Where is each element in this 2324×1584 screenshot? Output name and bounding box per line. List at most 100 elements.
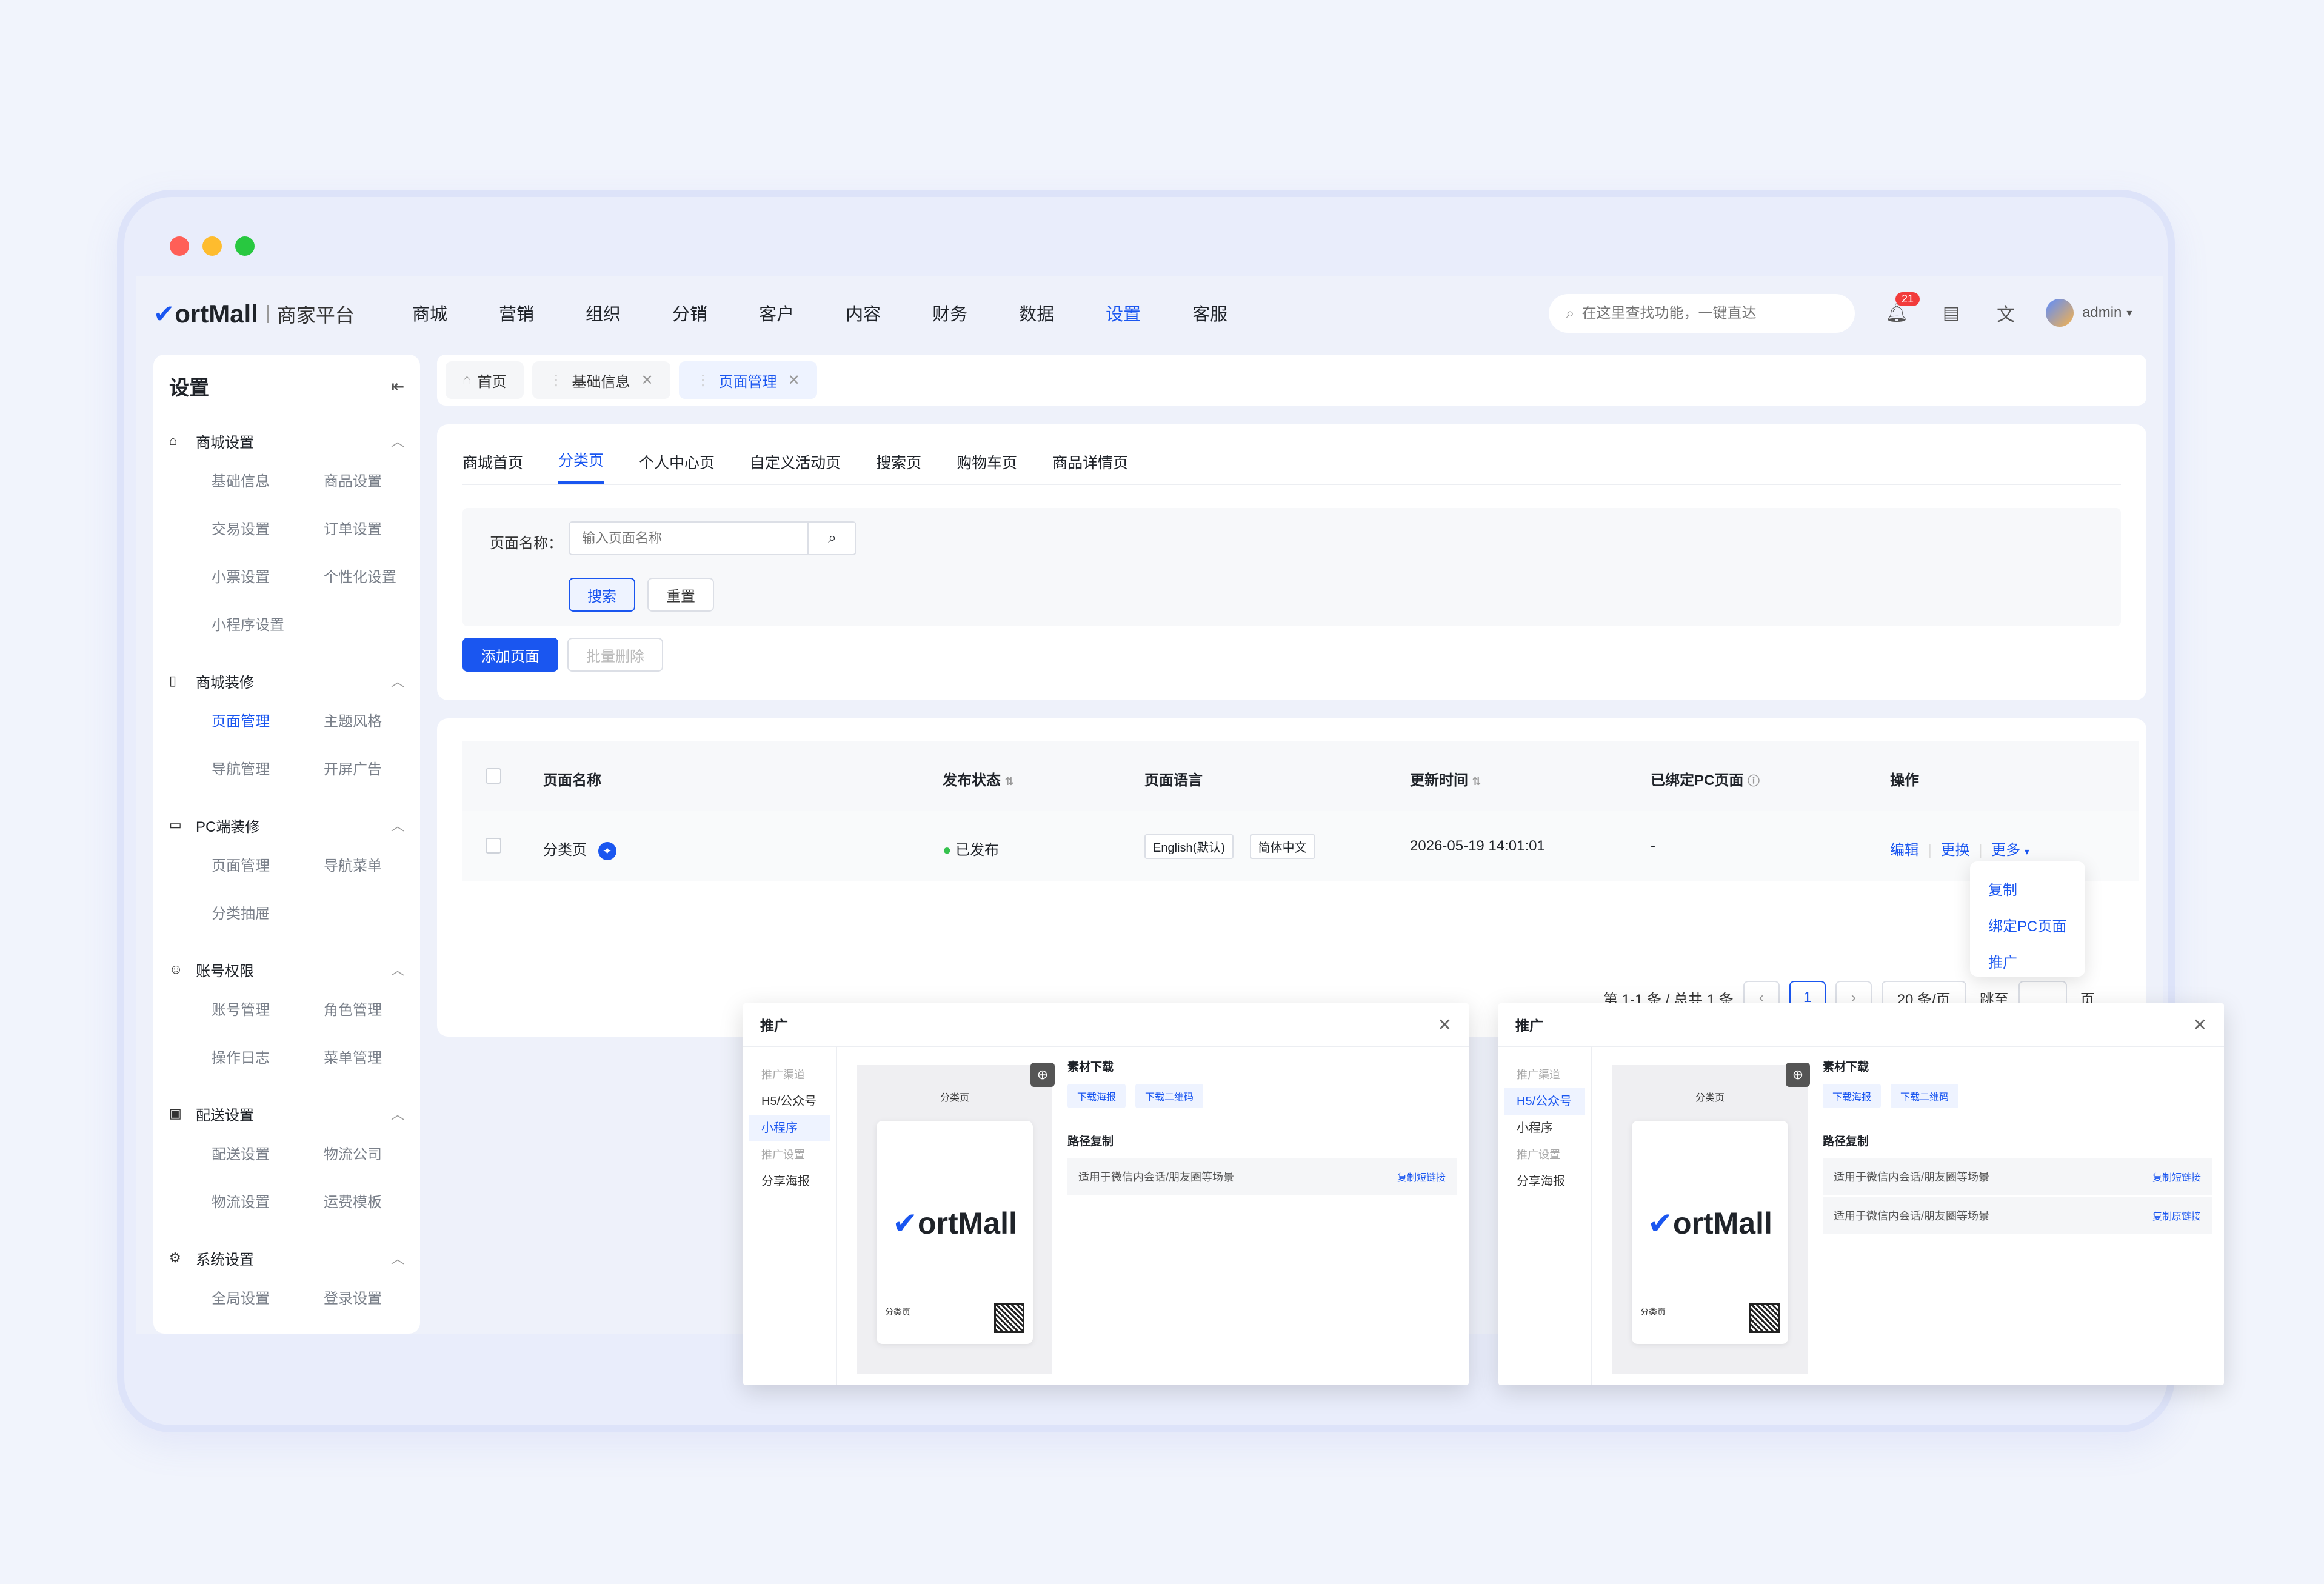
sidebar-item[interactable]: 地区管理 (324, 1323, 436, 1334)
sidebar-group-header[interactable]: ▯ 商城装修 ︿ (169, 664, 404, 698)
sidebar-item[interactable]: 主题风格 (324, 698, 436, 746)
sidebar-item[interactable]: 订单设置 (324, 506, 436, 553)
column-publish-status[interactable]: 发布状态 ⇅ (943, 768, 1014, 789)
page-name-input[interactable] (569, 521, 808, 555)
batch-delete-button[interactable]: 批量删除 (567, 638, 663, 672)
close-icon[interactable]: ✕ (2193, 1015, 2207, 1035)
sort-icon[interactable]: ⇅ (1005, 775, 1014, 787)
sidebar-group-header[interactable]: ☺ 账号权限 ︿ (169, 952, 404, 986)
edit-link[interactable]: 编辑 (1890, 842, 1919, 858)
close-icon[interactable]: ✕ (641, 372, 653, 389)
sidebar-item[interactable]: 基础信息 (212, 458, 324, 506)
sidebar-item[interactable]: 运费模板 (324, 1178, 436, 1226)
sidebar-item[interactable]: 物流公司 (324, 1131, 436, 1178)
sidebar-item[interactable]: 页面管理 (212, 842, 324, 890)
tab-chip[interactable]: ⋮ 基础信息 ✕ (532, 361, 670, 399)
sidebar-group-header[interactable]: ⌂ 商城设置 ︿ (169, 424, 404, 458)
sidebar-item[interactable]: 操作日志 (212, 1034, 324, 1082)
menu-item[interactable]: 组织 (586, 300, 621, 326)
add-page-button[interactable]: 添加页面 (462, 638, 558, 672)
copy-link-button[interactable]: 复制短链接 (2152, 1169, 2201, 1184)
drag-handle-icon[interactable]: ⋮ (549, 372, 564, 389)
menu-item[interactable]: 内容 (846, 300, 881, 326)
page-type-tab[interactable]: 个人中心页 (639, 451, 715, 484)
minimize-window-button[interactable] (202, 236, 222, 256)
row-checkbox[interactable] (486, 838, 501, 854)
promote-menu-item[interactable]: 推广 (1988, 945, 2085, 981)
bell-icon[interactable]: 🔔︎ 21 (1882, 292, 1920, 327)
zoom-in-icon[interactable]: ⊕ (1030, 1063, 1055, 1087)
sidebar-item[interactable]: 支付设置 (212, 1323, 324, 1334)
download-button[interactable]: 下载二维码 (1135, 1084, 1204, 1108)
menu-item[interactable]: 营销 (499, 300, 534, 326)
bind-pc-menu-item[interactable]: 绑定PC页面 (1988, 909, 2085, 945)
channel-item[interactable]: 小程序 (749, 1115, 830, 1141)
sidebar-item[interactable]: 登录设置 (324, 1275, 436, 1323)
page-type-tab[interactable]: 搜索页 (876, 451, 921, 484)
reset-button[interactable]: 重置 (647, 578, 714, 612)
column-updated[interactable]: 更新时间 ⇅ (1410, 768, 1481, 789)
channel-item[interactable]: H5/公众号 (749, 1088, 830, 1115)
channel-item[interactable]: H5/公众号 (1504, 1088, 1585, 1115)
help-icon[interactable]: ⓘ (1748, 775, 1760, 788)
channel-item[interactable]: 小程序 (1504, 1115, 1585, 1141)
chevron-down-icon[interactable]: ▾ (2126, 307, 2132, 319)
chevron-up-icon[interactable]: ︿ (391, 431, 404, 450)
sidebar-item[interactable]: 物流设置 (212, 1178, 324, 1226)
search-icon[interactable]: ⌕ (808, 521, 856, 555)
page-type-tab[interactable]: 分类页 (558, 449, 604, 484)
page-type-tab[interactable]: 商品详情页 (1052, 451, 1128, 484)
sidebar-item[interactable]: 配送设置 (212, 1131, 324, 1178)
menu-item[interactable]: 商城 (412, 300, 447, 326)
sidebar-item[interactable]: 账号管理 (212, 986, 324, 1034)
copy-menu-item[interactable]: 复制 (1988, 872, 2085, 909)
sidebar-item[interactable]: 个性化设置 (324, 553, 436, 601)
sidebar-item[interactable]: 页面管理 (212, 698, 324, 746)
replace-link[interactable]: 更换 (1941, 842, 1970, 858)
close-icon[interactable]: ✕ (1438, 1015, 1452, 1035)
page-type-tab[interactable]: 自定义活动页 (750, 451, 841, 484)
brand-logo[interactable]: ✔ortMall 商家平台 (153, 299, 355, 329)
sidebar-item[interactable]: 开屏广告 (324, 746, 436, 794)
user-name[interactable]: admin (2082, 304, 2122, 321)
sidebar-group-header[interactable]: ▭ PC端装修 ︿ (169, 808, 404, 842)
download-button[interactable]: 下载海报 (1067, 1084, 1126, 1108)
page-type-tab[interactable]: 购物车页 (957, 451, 1017, 484)
more-link[interactable]: 更多 (1991, 842, 2020, 858)
sidebar-item[interactable]: 角色管理 (324, 986, 436, 1034)
menu-item[interactable]: 数据 (1019, 300, 1054, 326)
settings-item[interactable]: 分享海报 (1504, 1168, 1585, 1195)
page-type-tab[interactable]: 商城首页 (462, 451, 523, 484)
chevron-up-icon[interactable]: ︿ (391, 960, 404, 979)
sidebar-group-header[interactable]: ⚙ 系统设置 ︿ (169, 1241, 404, 1275)
sidebar-item[interactable]: 导航管理 (212, 746, 324, 794)
sidebar-item[interactable]: 导航菜单 (324, 842, 436, 890)
sidebar-item[interactable]: 全局设置 (212, 1275, 324, 1323)
sidebar-group-header[interactable]: ▣ 配送设置 ︿ (169, 1097, 404, 1131)
drag-handle-icon[interactable]: ⋮ (696, 372, 710, 389)
menu-item[interactable]: 客服 (1192, 300, 1227, 326)
chevron-up-icon[interactable]: ︿ (391, 1104, 404, 1123)
maximize-window-button[interactable] (235, 236, 255, 256)
sidebar-item[interactable]: 小票设置 (212, 553, 324, 601)
settings-item[interactable]: 分享海报 (749, 1168, 830, 1195)
copy-link-button[interactable]: 复制原链接 (2152, 1208, 2201, 1223)
translate-icon[interactable]: 文 (1991, 298, 2020, 327)
global-search-input[interactable] (1581, 305, 1837, 322)
select-all-checkbox[interactable] (486, 768, 501, 784)
chevron-up-icon[interactable]: ︿ (391, 671, 404, 690)
tab-chip[interactable]: ⌂ 首页 (446, 361, 524, 399)
chevron-down-icon[interactable]: ▾ (2025, 847, 2029, 857)
search-button[interactable]: 搜索 (569, 578, 635, 612)
sidebar-item[interactable]: 分类抽屉 (212, 890, 324, 938)
menu-item[interactable]: 客户 (759, 300, 794, 326)
chevron-up-icon[interactable]: ︿ (391, 1248, 404, 1268)
sidebar-item[interactable]: 小程序设置 (212, 601, 324, 649)
close-icon[interactable]: ✕ (788, 372, 800, 389)
sidebar-item[interactable]: 交易设置 (212, 506, 324, 553)
sidebar-item[interactable]: 商品设置 (324, 458, 436, 506)
sort-icon[interactable]: ⇅ (1472, 775, 1481, 787)
global-search[interactable]: ⌕ (1549, 294, 1855, 333)
download-button[interactable]: 下载海报 (1823, 1084, 1882, 1108)
store-icon[interactable]: ▤ (1937, 298, 1966, 327)
